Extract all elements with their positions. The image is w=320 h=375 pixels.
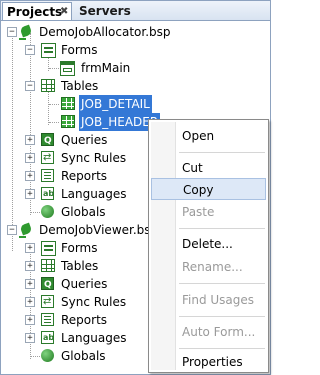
project-icon [19, 222, 35, 238]
globals-globe-icon [41, 205, 54, 218]
tree-guide-line [49, 122, 59, 123]
tree-node-table-job-detail[interactable]: JOB_DETAIL [1, 95, 270, 113]
tab-servers[interactable]: Servers [75, 2, 137, 20]
tables-label: Tables [61, 259, 99, 273]
reports-label: Reports [61, 169, 108, 183]
tab-projects-label: Projects [7, 5, 63, 19]
expand-toggle-icon[interactable]: + [25, 135, 35, 145]
project-label: DemoJobViewer.bsp [39, 223, 159, 237]
queries-icon [41, 276, 54, 294]
project-explorer-panel: Projects ✖ Servers − DemoJobAllocator.bs… [0, 0, 271, 375]
tree-node-form-frmmain[interactable]: frmMain [1, 59, 270, 77]
table-icon [61, 115, 75, 128]
expand-toggle-icon[interactable]: + [25, 243, 35, 253]
globals-label: Globals [61, 205, 106, 219]
languages-icon [41, 329, 54, 347]
menu-item-auto-form[interactable]: Auto Form... [151, 321, 266, 343]
tables-folder-icon [41, 79, 55, 92]
menu-item-open[interactable]: Open [151, 125, 266, 147]
menu-separator [179, 348, 265, 349]
collapse-toggle-icon[interactable]: − [7, 225, 17, 235]
tree-node-tables[interactable]: − Tables [1, 77, 270, 95]
menu-item-copy[interactable]: Copy [151, 178, 266, 200]
project-icon [19, 24, 35, 40]
menu-item-rename[interactable]: Rename... [151, 256, 266, 278]
tab-projects[interactable]: Projects ✖ [2, 2, 72, 20]
menu-separator [179, 283, 265, 284]
tables-label: Tables [61, 79, 99, 93]
sync-rules-icon [41, 293, 54, 311]
reports-label: Reports [61, 313, 108, 327]
expand-toggle-icon[interactable]: + [25, 279, 35, 289]
collapse-toggle-icon[interactable]: − [25, 81, 35, 91]
queries-label: Queries [61, 277, 108, 291]
expand-toggle-icon[interactable]: + [25, 189, 35, 199]
form-icon [60, 61, 75, 76]
tree-node-project-demojoballocator[interactable]: − DemoJobAllocator.bsp [1, 23, 270, 41]
menu-separator [179, 316, 265, 317]
forms-label: Forms [61, 241, 98, 255]
tab-servers-label: Servers [79, 4, 131, 18]
sync-rules-label: Sync Rules [61, 295, 127, 309]
collapse-toggle-icon[interactable]: − [25, 45, 35, 55]
collapse-toggle-icon[interactable]: − [7, 27, 17, 37]
table-label: JOB_DETAIL [79, 95, 152, 113]
languages-label: Languages [61, 331, 127, 345]
tree-guide-line [49, 68, 59, 69]
globals-label: Globals [61, 349, 106, 363]
tree-guide-line [31, 356, 40, 357]
queries-icon [41, 132, 54, 150]
menu-item-paste[interactable]: Paste [151, 201, 266, 223]
table-icon [61, 97, 75, 110]
menu-item-find-usages[interactable]: Find Usages [151, 289, 266, 311]
form-label: frmMain [81, 61, 131, 75]
reports-icon [41, 313, 54, 326]
forms-label: Forms [61, 43, 98, 57]
forms-folder-icon [41, 241, 56, 256]
sync-rules-label: Sync Rules [61, 151, 127, 165]
expand-toggle-icon[interactable]: + [25, 315, 35, 325]
tree-guide-line [49, 104, 59, 105]
languages-icon [41, 185, 54, 203]
reports-icon [41, 169, 54, 182]
expand-toggle-icon[interactable]: + [25, 153, 35, 163]
expand-toggle-icon[interactable]: + [25, 297, 35, 307]
languages-label: Languages [61, 187, 127, 201]
expand-toggle-icon[interactable]: + [25, 261, 35, 271]
queries-label: Queries [61, 133, 108, 147]
panel-tab-bar: Projects ✖ Servers [1, 1, 270, 21]
globals-globe-icon [41, 349, 54, 362]
tables-folder-icon [41, 259, 55, 272]
expand-toggle-icon[interactable]: + [25, 171, 35, 181]
context-menu: Open Cut Copy Paste Delete... Rename... … [148, 119, 269, 373]
sync-rules-icon [41, 149, 54, 167]
forms-folder-icon [41, 43, 56, 58]
project-label: DemoJobAllocator.bsp [39, 25, 171, 39]
menu-item-delete[interactable]: Delete... [151, 233, 266, 255]
close-icon[interactable]: ✖ [60, 3, 68, 21]
menu-item-properties[interactable]: Properties [151, 351, 266, 373]
menu-separator [179, 228, 265, 229]
tree-node-forms[interactable]: − Forms [1, 41, 270, 59]
menu-item-cut[interactable]: Cut [151, 157, 266, 179]
expand-toggle-icon[interactable]: + [25, 333, 35, 343]
tree-guide-line [31, 212, 40, 213]
menu-separator [179, 152, 265, 153]
